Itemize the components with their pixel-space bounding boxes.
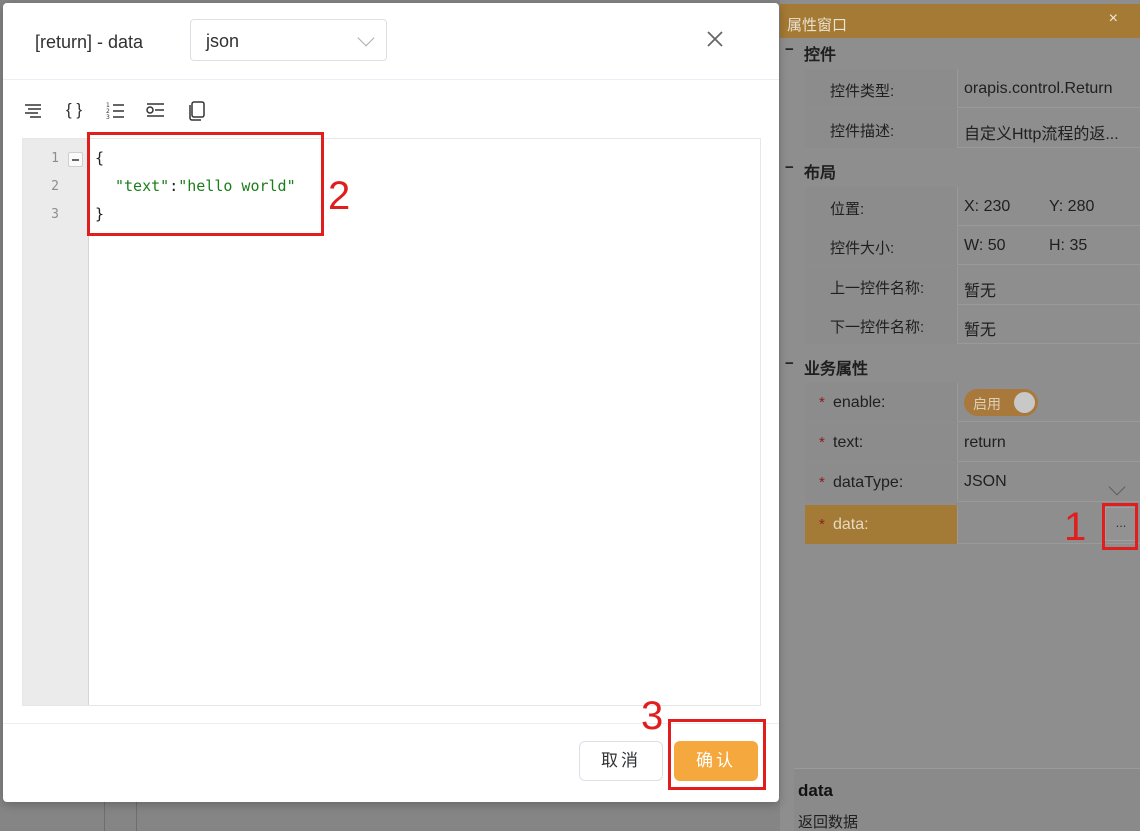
format-icon[interactable] [22,99,44,121]
prop-row-enable: * enable: 启用 [805,383,1140,422]
prop-key: data: [833,516,869,533]
section-label: 业务属性 [804,361,869,378]
prop-value-y: Y: 280 [1049,198,1095,215]
prop-value: orapis.control.Return [964,80,1113,97]
annotation-number-1: 1 [1064,505,1087,549]
prop-key: dataType: [833,474,904,491]
prop-row-control-type: 控件类型: orapis.control.Return [805,69,1140,108]
line-number: 3 [51,207,59,222]
prop-row-data: * data: [805,505,1140,544]
prop-key: 下一控件名称: [830,319,925,336]
section-control[interactable]: − 控件 [780,37,1140,65]
dialog-header: [return] - data json [3,3,779,80]
section-layout[interactable]: − 布局 [780,155,1140,183]
braces-icon[interactable]: { } [61,99,87,121]
prop-row-prev-control: 上一控件名称: 暂无 [805,266,1140,305]
format-select[interactable]: json [190,19,387,61]
collapse-icon[interactable]: − [785,159,794,176]
close-icon[interactable] [703,27,727,51]
prop-row-size: 控件大小: W: 50 H: 35 [805,226,1140,265]
prop-value-h: H: 35 [1049,237,1088,254]
prop-value: 暂无 [964,283,997,300]
required-mark: * [819,394,825,411]
numbered-list-icon[interactable]: 1 2 3 [104,99,126,121]
prop-key: 控件描述: [830,123,895,140]
line-number: 1 [51,151,59,166]
text-input[interactable]: return [964,434,1006,452]
chevron-down-icon[interactable] [1108,478,1126,496]
copy-icon[interactable] [186,99,208,121]
prop-key: 位置: [830,201,865,218]
line-number: 2 [51,179,59,194]
cancel-button[interactable]: 取消 [579,741,663,781]
dialog-title: [return] - data [35,32,144,52]
properties-titlebar: 属性窗口 × [780,4,1140,38]
annotation-box-3 [668,719,766,790]
property-description: data 返回数据 [794,768,1140,831]
background-divider [136,800,137,831]
description-text: 返回数据 [798,814,859,831]
switch-label: 启用 [973,396,1001,412]
prop-row-datatype: * dataType: JSON [805,463,1140,502]
section-label: 控件 [804,47,837,64]
required-mark: * [819,516,825,533]
close-icon[interactable]: × [1109,10,1118,28]
prop-value: 自定义Http流程的返... [964,126,1119,143]
annotation-number-2: 2 [328,174,351,218]
prop-value-x: X: 230 [964,198,1011,215]
section-label: 布局 [804,165,837,182]
prop-value: 暂无 [964,322,997,339]
indent-icon[interactable] [144,99,166,121]
prop-key: 控件类型: [830,83,895,100]
fold-toggle-icon[interactable] [68,152,83,167]
annotation-number-3: 3 [641,694,664,738]
datatype-select[interactable]: JSON [964,473,1007,491]
properties-title: 属性窗口 [787,17,848,34]
enable-switch[interactable]: 启用 [964,389,1038,416]
line-number-gutter: 1 2 3 [23,139,89,705]
svg-text:3: 3 [106,114,110,121]
switch-knob [1014,392,1035,413]
chevron-down-icon [357,29,375,47]
prop-key: 控件大小: [830,240,895,257]
required-mark: * [819,474,825,491]
required-mark: * [819,434,825,451]
prop-row-position: 位置: X: 230 Y: 280 [805,187,1140,226]
prop-row-text: * text: return [805,423,1140,462]
prop-key: text: [833,434,864,451]
collapse-icon[interactable]: − [785,41,794,58]
section-business[interactable]: − 业务属性 [780,351,1140,379]
annotation-box-1 [1102,503,1138,550]
annotation-box-2 [87,132,324,236]
data-editor-dialog: [return] - data json { } 1 2 3 1 2 3 {"… [3,3,779,802]
format-select-value: json [206,31,240,51]
collapse-icon[interactable]: − [785,355,794,372]
prop-row-next-control: 下一控件名称: 暂无 [805,305,1140,344]
prop-value-w: W: 50 [964,237,1006,254]
description-title: data [798,781,833,800]
prop-key: 上一控件名称: [830,280,925,297]
properties-panel: 属性窗口 × − 控件 控件类型: orapis.control.Return … [780,0,1140,831]
prop-key: enable: [833,394,886,411]
background-divider [104,800,105,831]
prop-row-control-desc: 控件描述: 自定义Http流程的返... [805,109,1140,148]
